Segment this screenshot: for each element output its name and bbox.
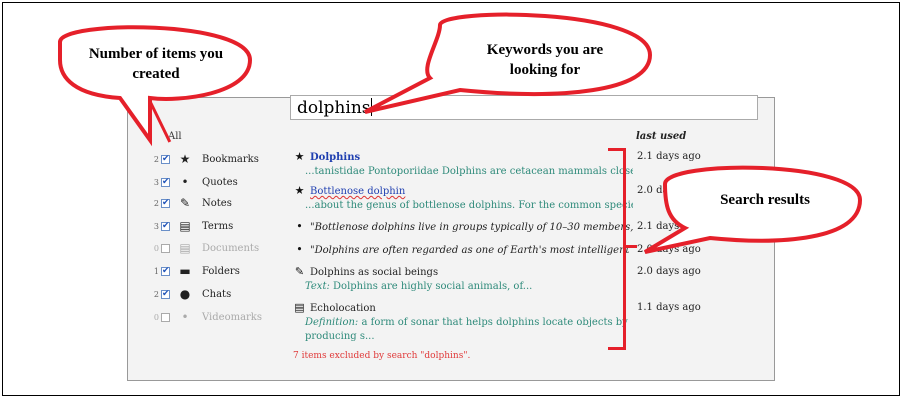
callout-text-keywords: Keywords you are looking for <box>486 42 604 78</box>
callout-text-items: Number of items you created <box>88 46 224 82</box>
callout-text-results: Search results <box>720 192 810 208</box>
